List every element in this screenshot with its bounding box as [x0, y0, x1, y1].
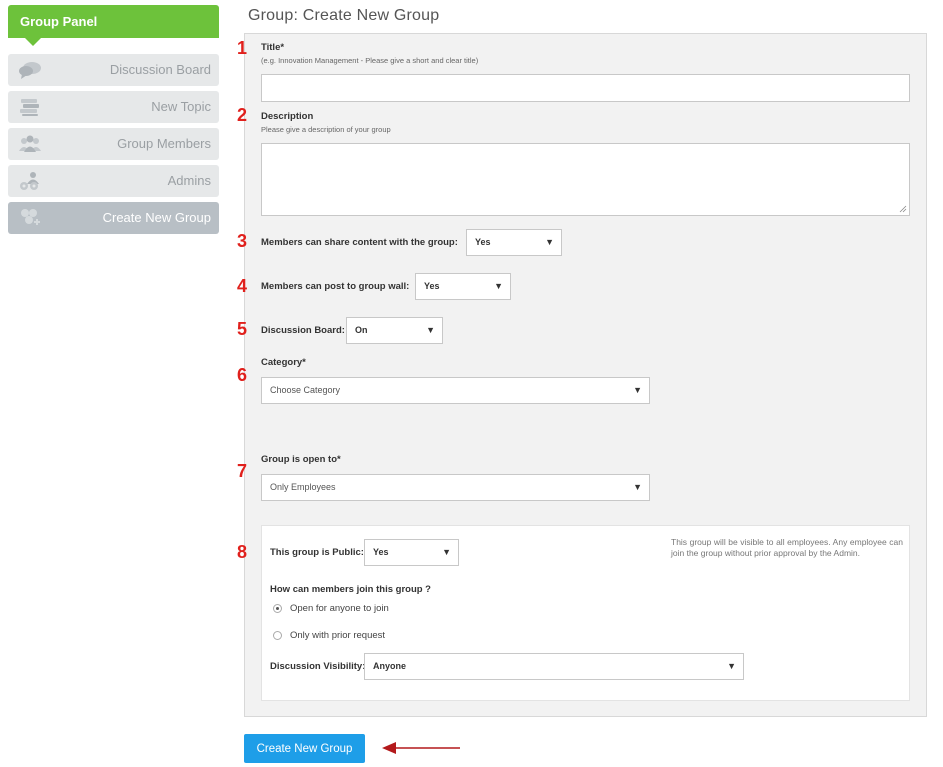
sidebar-item-new-topic[interactable]: New Topic — [8, 91, 219, 123]
speech-bubbles-icon — [18, 60, 42, 80]
chevron-down-icon: ▼ — [545, 237, 554, 247]
description-label: Description — [261, 111, 314, 122]
step-marker-2: 2 — [237, 105, 248, 125]
sidebar-item-create-new-group[interactable]: Create New Group — [8, 202, 219, 234]
discussion-board-value: On — [355, 325, 368, 335]
sidebar-item-label: Admins — [167, 173, 211, 188]
title-input[interactable] — [261, 74, 910, 102]
open-to-label: Group is open to* — [261, 454, 341, 465]
public-value: Yes — [373, 547, 389, 557]
sidebar-list: Discussion Board New Topic Group Members… — [8, 54, 219, 234]
description-hint: Please give a description of your group — [261, 125, 391, 134]
discussion-board-label: Discussion Board: — [261, 325, 345, 336]
chevron-down-icon: ▼ — [727, 661, 736, 671]
share-content-select[interactable]: Yes ▼ — [466, 229, 562, 256]
group-panel-sidebar: Group Panel Discussion Board New Topic G… — [8, 5, 219, 239]
category-value: Choose Category — [270, 385, 341, 395]
group-panel-header: Group Panel — [8, 5, 219, 46]
title-hint: (e.g. Innovation Management - Please giv… — [261, 56, 479, 65]
step-marker-7: 7 — [237, 461, 248, 481]
admin-gears-icon — [18, 171, 42, 191]
stacked-books-icon — [18, 97, 42, 117]
step-marker-1: 1 — [237, 38, 248, 58]
chevron-down-icon: ▼ — [442, 547, 451, 557]
sidebar-item-label: Create New Group — [102, 210, 211, 225]
share-content-value: Yes — [475, 237, 491, 247]
chevron-down-icon: ▼ — [633, 482, 642, 492]
title-label: Title* — [261, 42, 285, 53]
category-select[interactable]: Choose Category ▼ — [261, 377, 650, 404]
step-marker-5: 5 — [237, 319, 248, 339]
chevron-down-icon: ▼ — [633, 385, 642, 395]
sidebar-item-label: Group Members — [117, 136, 211, 151]
sidebar-item-label: Discussion Board — [109, 62, 211, 77]
step-marker-8: 8 — [237, 542, 248, 562]
discussion-visibility-label: Discussion Visibility: — [270, 661, 366, 672]
create-group-icon — [18, 208, 42, 228]
open-to-value: Only Employees — [270, 482, 336, 492]
discussion-visibility-value: Anyone — [373, 661, 407, 671]
step-marker-4: 4 — [237, 276, 248, 296]
description-textarea[interactable] — [261, 143, 910, 216]
discussion-board-select[interactable]: On ▼ — [346, 317, 443, 344]
page-title: Group: Create New Group — [248, 7, 440, 24]
sidebar-item-discussion-board[interactable]: Discussion Board — [8, 54, 219, 86]
group-panel-title: Group Panel — [20, 14, 98, 29]
public-select[interactable]: Yes ▼ — [364, 539, 459, 566]
chevron-down-icon: ▼ — [494, 281, 503, 291]
share-content-label: Members can share content with the group… — [261, 237, 458, 248]
public-note: This group will be visible to all employ… — [671, 537, 903, 558]
sidebar-item-admins[interactable]: Admins — [8, 165, 219, 197]
header-notch — [25, 38, 41, 46]
join-option-label: Open for anyone to join — [290, 603, 389, 614]
radio-checked-icon[interactable] — [273, 604, 282, 613]
join-option-label: Only with prior request — [290, 630, 386, 641]
pointer-arrow-icon — [382, 742, 460, 754]
post-wall-label: Members can post to group wall: — [261, 281, 410, 292]
discussion-visibility-select[interactable]: Anyone ▼ — [364, 653, 744, 680]
step-marker-6: 6 — [237, 365, 248, 385]
resize-grip-icon[interactable] — [899, 205, 907, 213]
category-label: Category* — [261, 357, 306, 368]
public-label: This group is Public: — [270, 547, 364, 558]
join-method-label: How can members join this group ? — [270, 584, 431, 595]
radio-unchecked-icon[interactable] — [273, 631, 282, 640]
group-people-icon — [18, 134, 42, 154]
post-wall-value: Yes — [424, 281, 440, 291]
sidebar-item-label: New Topic — [151, 99, 211, 114]
create-new-group-button[interactable]: Create New Group — [244, 734, 365, 763]
chevron-down-icon: ▼ — [426, 325, 435, 335]
post-wall-select[interactable]: Yes ▼ — [415, 273, 511, 300]
step-marker-3: 3 — [237, 231, 248, 251]
sidebar-item-group-members[interactable]: Group Members — [8, 128, 219, 160]
open-to-select[interactable]: Only Employees ▼ — [261, 474, 650, 501]
